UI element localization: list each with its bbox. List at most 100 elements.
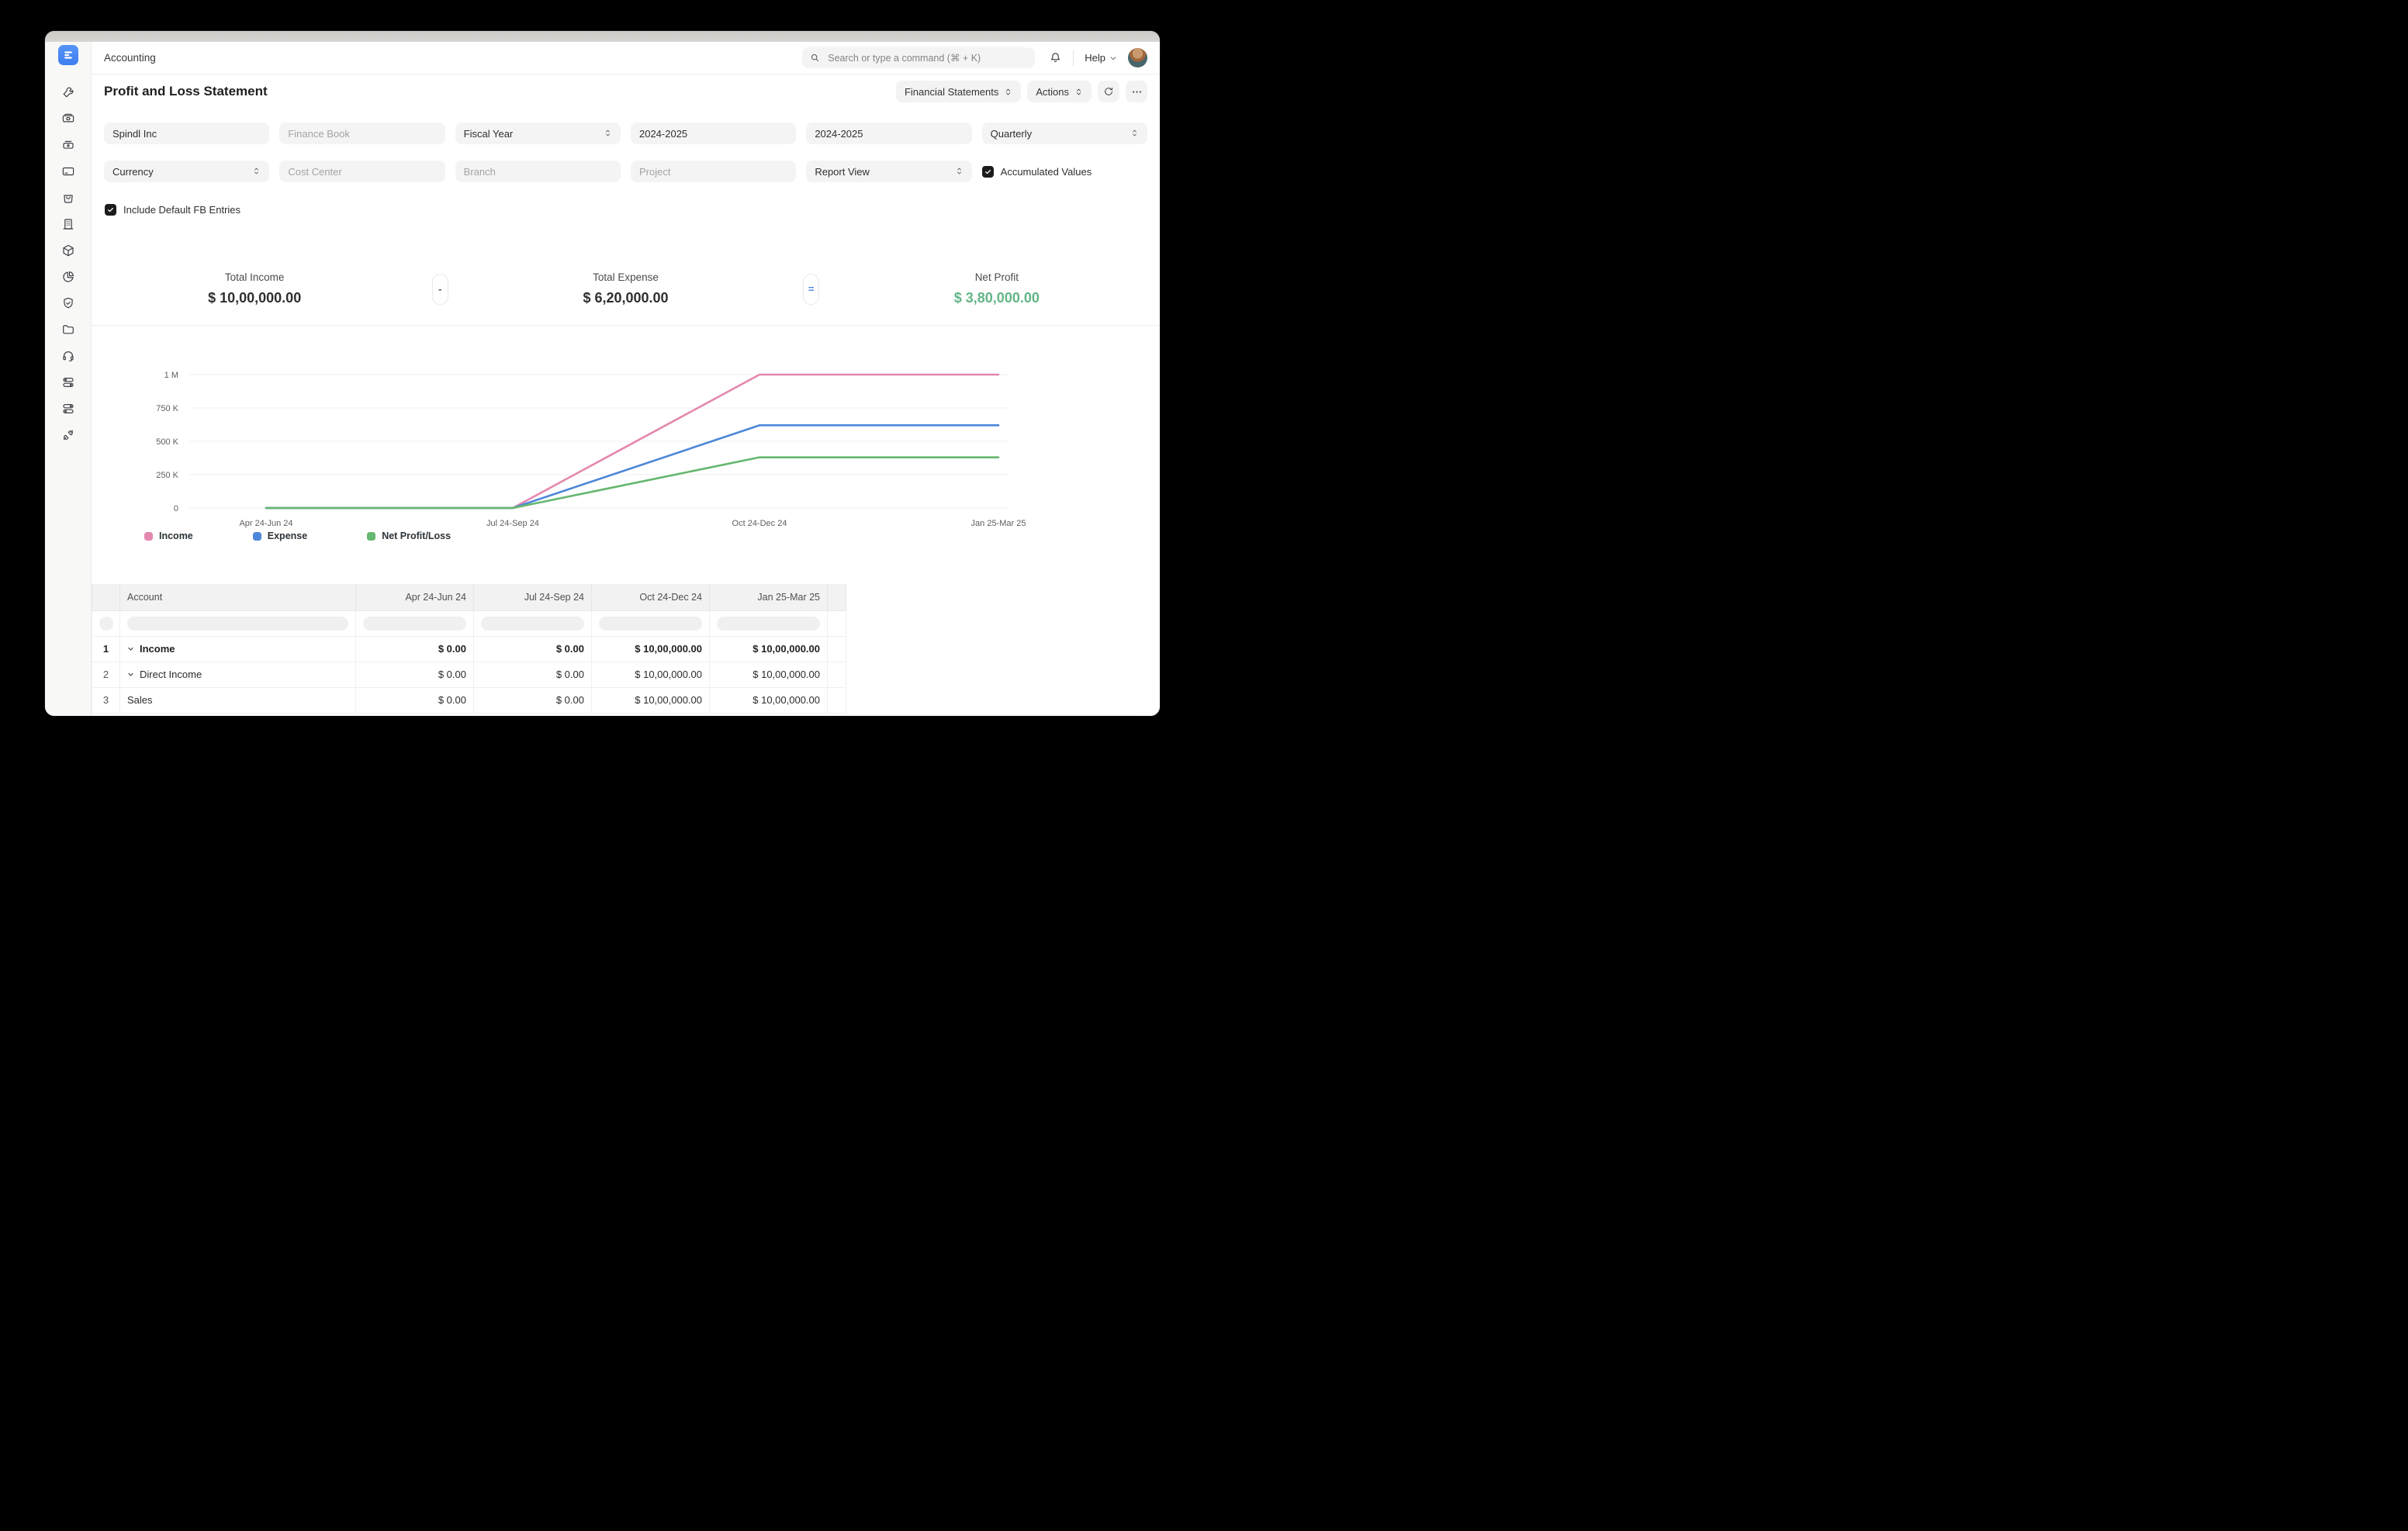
sidebar-item-folder[interactable]	[55, 323, 81, 338]
filter-2024-2025[interactable]: 2024-2025	[806, 123, 971, 144]
table-filter-input[interactable]	[127, 617, 348, 631]
account-cell[interactable]: Direct Income	[120, 662, 356, 687]
legend-label: Expense	[268, 530, 307, 541]
filter-checkbox-accumulated-values[interactable]: Accumulated Values	[982, 166, 1147, 178]
y-tick-label: 0	[174, 504, 178, 513]
chart-canvas: 0250 K500 K750 K1 MApr 24-Jun 24Jul 24-S…	[92, 330, 1160, 538]
table-filter-input[interactable]	[363, 617, 466, 631]
value-cell: $ 0.00	[474, 662, 592, 687]
refresh-button[interactable]	[1098, 81, 1119, 102]
user-avatar[interactable]	[1128, 48, 1147, 67]
include-default-fb-label: Include Default FB Entries	[123, 204, 240, 216]
filter-currency-value: Currency	[112, 166, 154, 178]
filters-row-1: Spindl Inc Finance Book Fiscal Year 2024-20…	[104, 123, 1147, 144]
sidebar-item-tools[interactable]	[55, 85, 81, 101]
chevron-down-icon[interactable]	[127, 669, 134, 680]
report-group-dropdown[interactable]: Financial Statements	[896, 81, 1021, 102]
chevron-down-icon[interactable]	[127, 643, 134, 655]
series-line-expense	[266, 425, 998, 508]
actions-dropdown[interactable]: Actions	[1027, 81, 1092, 102]
filter-cost-center[interactable]: Cost Center	[279, 161, 445, 182]
table-filter-cell[interactable]	[474, 610, 592, 636]
help-label: Help	[1085, 52, 1105, 64]
table-filter-cell[interactable]	[120, 610, 356, 636]
pie-chart-icon	[61, 270, 75, 286]
table-filter-input[interactable]	[599, 617, 702, 631]
account-label: Direct Income	[140, 669, 202, 680]
col-header-blank[interactable]	[828, 584, 846, 610]
summary-total-expense-label: Total Expense	[475, 271, 776, 283]
filter-finance-book-value: Finance Book	[288, 128, 350, 140]
sidebar-item-shield-check[interactable]	[55, 296, 81, 312]
legend-swatch	[253, 532, 261, 541]
sidebar-item-package[interactable]	[55, 244, 81, 259]
ellipsis-icon	[1131, 86, 1143, 98]
filter-fiscal-year[interactable]: Fiscal Year	[455, 123, 621, 144]
table-body: 1Income$ 0.00$ 0.00$ 10,00,000.00$ 10,00…	[92, 610, 846, 713]
sidebar-item-drawer[interactable]	[55, 138, 81, 154]
row-number: 3	[92, 687, 120, 713]
more-options-button[interactable]	[1126, 81, 1147, 102]
col-header-jan-25-mar-25[interactable]: Jan 25-Mar 25	[710, 584, 828, 610]
drawer-icon	[61, 138, 75, 154]
filter-branch-value: Branch	[464, 166, 496, 178]
filter-report-view[interactable]: Report View	[806, 161, 971, 182]
sidebar-item-toggles-alt[interactable]	[55, 402, 81, 417]
shopping-bag-icon	[61, 191, 75, 207]
table-filter-input[interactable]	[99, 617, 113, 631]
account-cell[interactable]: Income	[120, 636, 356, 662]
plug-icon	[61, 428, 75, 444]
series-line-net-profit-loss	[266, 458, 998, 508]
table-filter-cell[interactable]	[592, 610, 710, 636]
select-caret-icon	[1130, 128, 1139, 140]
app-logo-icon[interactable]	[58, 45, 78, 65]
checkbox-checked-icon	[105, 204, 116, 216]
sidebar-item-plug[interactable]	[55, 428, 81, 444]
filter-quarterly[interactable]: Quarterly	[982, 123, 1147, 144]
col-header-account[interactable]: Account	[120, 584, 356, 610]
sidebar-item-toggles[interactable]	[55, 375, 81, 391]
filter-branch[interactable]: Branch	[455, 161, 621, 182]
notifications-button[interactable]	[1049, 51, 1062, 64]
stub-cell	[828, 662, 846, 687]
account-cell[interactable]: Sales	[120, 687, 356, 713]
select-caret-icon	[604, 128, 612, 140]
legend-item-income: Income	[144, 530, 193, 541]
app-window: Accounting Help	[45, 31, 1160, 716]
stub-cell	[828, 687, 846, 713]
sidebar-item-pie-chart[interactable]	[55, 270, 81, 285]
table-filter-input[interactable]	[481, 617, 584, 631]
help-menu[interactable]: Help	[1085, 52, 1117, 64]
filter-finance-book[interactable]: Finance Book	[279, 123, 445, 144]
filter-project[interactable]: Project	[631, 161, 796, 182]
sidebar-item-credit-card[interactable]	[55, 164, 81, 180]
equals-operator: =	[803, 274, 819, 305]
sidebar-item-cash[interactable]	[55, 112, 81, 127]
filter-spindl-inc[interactable]: Spindl Inc	[104, 123, 269, 144]
sidebar-item-headset[interactable]	[55, 349, 81, 365]
y-tick-label: 750 K	[156, 404, 178, 413]
filter-currency[interactable]: Currency	[104, 161, 269, 182]
report-group-label: Financial Statements	[905, 86, 998, 98]
folder-icon	[61, 323, 75, 339]
search-input[interactable]	[826, 52, 1027, 64]
topbar-divider	[1073, 50, 1074, 66]
sidebar-item-shopping-bag[interactable]	[55, 191, 81, 206]
value-cell: $ 0.00	[356, 687, 474, 713]
table-filter-input[interactable]	[717, 617, 820, 631]
col-header-apr-24-jun-24[interactable]: Apr 24-Jun 24	[356, 584, 474, 610]
table-filter-cell[interactable]	[356, 610, 474, 636]
col-header-blank[interactable]	[92, 584, 120, 610]
filter-2024-2025[interactable]: 2024-2025	[631, 123, 796, 144]
col-header-jul-24-sep-24[interactable]: Jul 24-Sep 24	[474, 584, 592, 610]
value-cell: $ 10,00,000.00	[592, 687, 710, 713]
select-caret-icon	[1004, 88, 1012, 96]
col-header-oct-24-dec-24[interactable]: Oct 24-Dec 24	[592, 584, 710, 610]
filters-row-2: Currency Cost Center Branch Project Report V…	[104, 161, 1147, 182]
include-default-fb-checkbox[interactable]: Include Default FB Entries	[105, 204, 240, 216]
table-filter-cell[interactable]	[92, 610, 120, 636]
sidebar-item-building[interactable]	[55, 217, 81, 233]
search-bar[interactable]	[802, 47, 1035, 68]
table-filter-cell[interactable]	[710, 610, 828, 636]
value-cell: $ 10,00,000.00	[710, 687, 828, 713]
